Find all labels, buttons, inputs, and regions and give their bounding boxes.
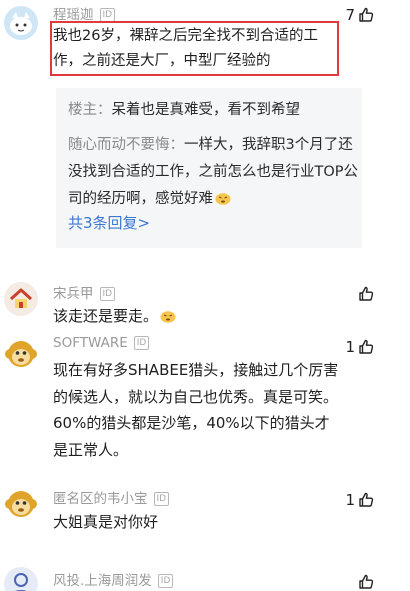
id-badge: ID [99,8,116,22]
like-button[interactable]: 1 [345,491,374,509]
comment-text: 该走还是要走。 [53,304,353,329]
monkey-avatar[interactable] [4,337,38,371]
like-button[interactable]: 1 [345,338,374,356]
username-text[interactable]: 宋兵甲 [53,286,94,302]
thumbs-up-icon [359,492,374,507]
comment-text: 大姐真是对你好 [53,513,159,531]
comment-text-content: 该走还是要走。 [53,307,159,325]
comment-username[interactable]: SOFTWARE ID [53,335,150,351]
house-avatar[interactable] [4,282,38,316]
reply-text: 呆着也是真难受，看不到希望 [111,102,301,118]
person-avatar[interactable] [4,567,38,591]
more-replies-link[interactable]: 共3条回复> [68,212,150,233]
reply-item: 随心而动不要悔：一样大，我辞职3个月了还没找到合适的工作，之前怎么也是行业TOP… [68,132,360,213]
crying-emoji-icon [215,193,231,205]
house-icon [4,282,38,316]
comment-username[interactable]: 程瑶迦 ID [53,3,116,23]
thumbs-up-icon [359,286,374,301]
comment-username[interactable]: 匿名区的韦小宝 ID [53,487,170,507]
like-count: 1 [345,491,355,509]
thumbs-up-icon [359,574,374,589]
comment-text: 现在有好多SHABEE猎头，接触过几个厉害的候选人，就以为自己也优秀。真是可笑。… [53,361,339,459]
like-button[interactable] [355,574,374,590]
like-count: 1 [345,338,355,356]
like-button[interactable] [355,286,374,302]
comment-item: 风投.上海周润发 ID [0,565,410,591]
username-text[interactable]: 风投.上海周润发 [53,573,152,589]
comment-item: SOFTWARE ID 1 现在有好多SHABEE猎头，接触过几个厉害的候选人，就… [0,331,410,466]
username-text[interactable]: 匿名区的韦小宝 [53,491,148,507]
id-badge: ID [153,492,170,506]
comment-item: 匿名区的韦小宝 ID 1 大姐真是对你好 [0,483,410,553]
crying-emoji-icon [160,311,176,323]
monkey-avatar[interactable] [4,487,38,521]
person-icon [4,567,38,591]
reply-box: 楼主：呆着也是真难受，看不到希望 随心而动不要悔：一样大，我辞职3个月了还没找到… [56,88,362,248]
comment-username[interactable]: 风投.上海周润发 ID [53,569,174,589]
comment-username[interactable]: 宋兵甲 ID [53,282,116,302]
cartoon-face-avatar[interactable] [4,6,38,40]
monkey-icon [5,341,37,367]
username-text[interactable]: SOFTWARE [53,335,128,351]
monkey-icon [5,491,37,517]
cartoon-face-icon [4,6,38,40]
thumbs-up-icon [359,339,374,354]
like-button[interactable]: 7 [345,6,374,24]
comment-item: 程瑶迦 ID 7 我也26岁，裸辞之后完全找不到合适的工作，之前还是大厂，中型厂经… [0,0,410,260]
id-badge: ID [133,336,150,350]
reply-item: 楼主：呆着也是真难受，看不到希望 [68,98,358,122]
id-badge: ID [157,574,174,588]
id-badge: ID [99,287,116,301]
like-count: 7 [345,6,355,24]
thumbs-up-icon [359,7,374,22]
reply-author[interactable]: 随心而动不要悔： [68,137,184,153]
comment-item: 宋兵甲 ID 该走还是要走。 [0,276,410,331]
reply-author[interactable]: 楼主： [68,102,112,118]
comment-text: 我也26岁，裸辞之后完全找不到合适的工作，之前还是大厂，中型厂经验的 [53,28,318,69]
